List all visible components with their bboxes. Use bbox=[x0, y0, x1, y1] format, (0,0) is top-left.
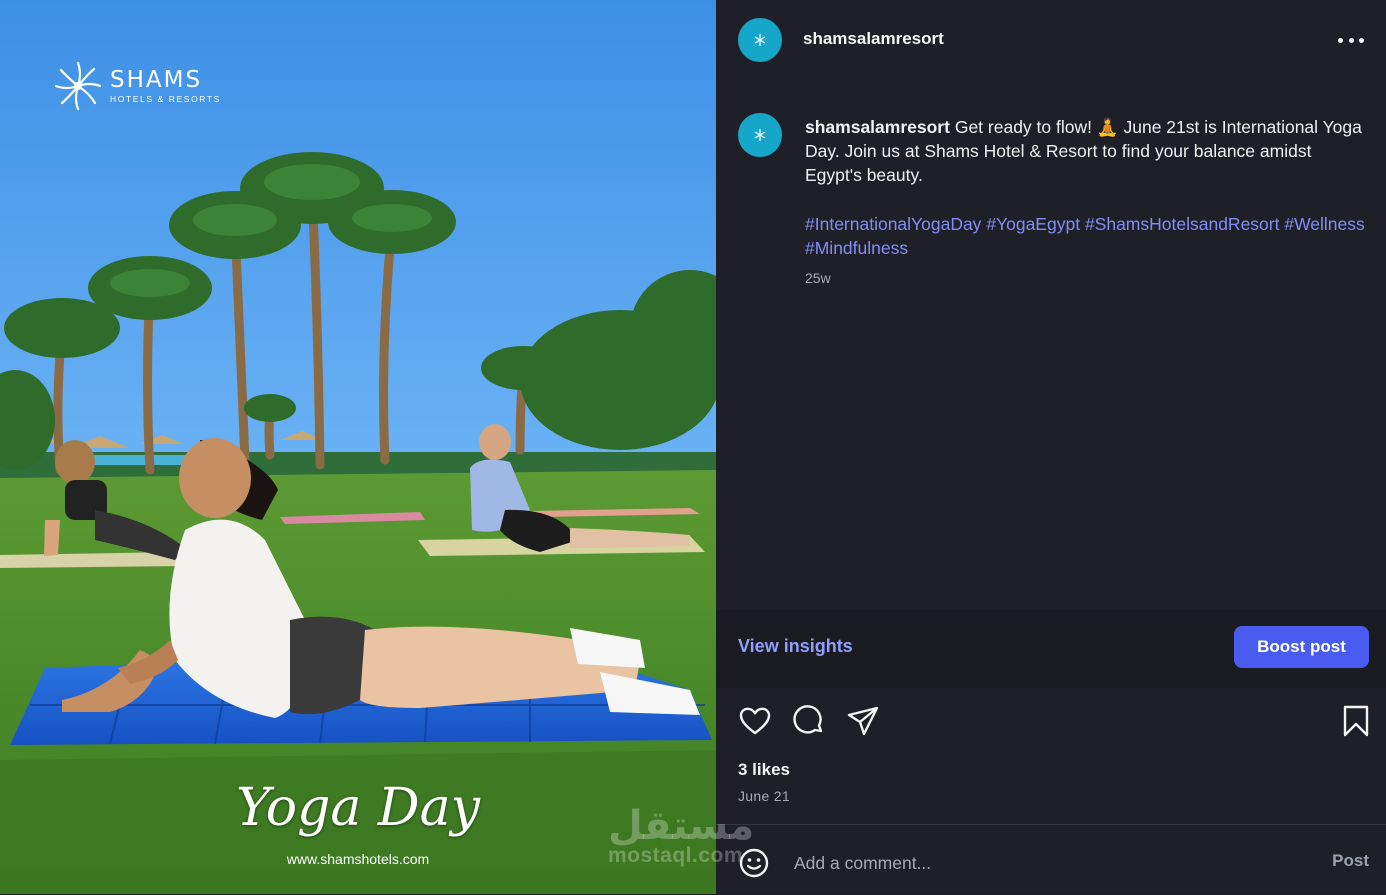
hashtag-link[interactable]: #Wellness bbox=[1284, 214, 1364, 234]
likes-count[interactable]: 3 likes bbox=[738, 760, 790, 780]
hashtag-link[interactable]: #InternationalYogaDay bbox=[805, 214, 981, 234]
comment-input[interactable] bbox=[792, 849, 1256, 877]
post-date: June 21 bbox=[738, 788, 790, 804]
avatar[interactable] bbox=[738, 18, 782, 62]
watermark-latin: mostaql.com bbox=[608, 844, 744, 867]
instagram-post: SHAMS HOTELS & RESORTS Yoga Day www.sham… bbox=[0, 0, 1386, 894]
share-icon[interactable] bbox=[846, 704, 880, 738]
post-header: shamsalamresort bbox=[716, 0, 1386, 80]
bookmark-icon[interactable] bbox=[1339, 704, 1373, 738]
sun-logo-icon bbox=[54, 61, 102, 111]
more-options-icon[interactable] bbox=[1338, 30, 1364, 50]
shams-logo: SHAMS HOTELS & RESORTS bbox=[52, 60, 221, 112]
shams-avatar-logo-icon bbox=[754, 129, 766, 141]
post-caption: shamsalamresort Get ready to flow! 🧘 Jun… bbox=[805, 115, 1365, 187]
view-insights-link[interactable]: View insights bbox=[738, 636, 853, 657]
hashtag-link[interactable]: #YogaEgypt bbox=[986, 214, 1080, 234]
hashtag-link[interactable]: #Mindfulness bbox=[805, 238, 908, 258]
hashtag-list: #InternationalYogaDay #YogaEgypt #ShamsH… bbox=[805, 212, 1365, 260]
caption-avatar[interactable] bbox=[738, 113, 782, 157]
boost-post-button[interactable]: Boost post bbox=[1234, 626, 1369, 668]
mostaql-watermark: مستقل mostaql.com bbox=[608, 806, 754, 868]
owner-actions-bar: View insights Boost post bbox=[716, 610, 1386, 688]
hashtag-link[interactable]: #ShamsHotelsandResort bbox=[1085, 214, 1280, 234]
post-age: 25w bbox=[805, 270, 831, 286]
watermark-arabic: مستقل bbox=[608, 803, 755, 849]
post-details-panel: shamsalamresort shamsalamresort Get read… bbox=[716, 0, 1386, 894]
post-photo[interactable]: SHAMS HOTELS & RESORTS Yoga Day www.sham… bbox=[0, 0, 716, 894]
yoga-scene-image bbox=[0, 0, 716, 894]
comment-bar: Post bbox=[716, 824, 1386, 895]
heart-icon[interactable] bbox=[738, 704, 772, 738]
post-comment-button[interactable]: Post bbox=[1332, 851, 1369, 871]
engagement-icons bbox=[716, 700, 1386, 740]
comment-icon[interactable] bbox=[792, 704, 826, 738]
post-author-username[interactable]: shamsalamresort bbox=[803, 29, 944, 49]
brand-tagline: HOTELS & RESORTS bbox=[110, 94, 221, 104]
brand-name: SHAMS bbox=[110, 67, 203, 93]
shams-avatar-logo-icon bbox=[754, 34, 766, 46]
caption-username[interactable]: shamsalamresort bbox=[805, 117, 950, 137]
